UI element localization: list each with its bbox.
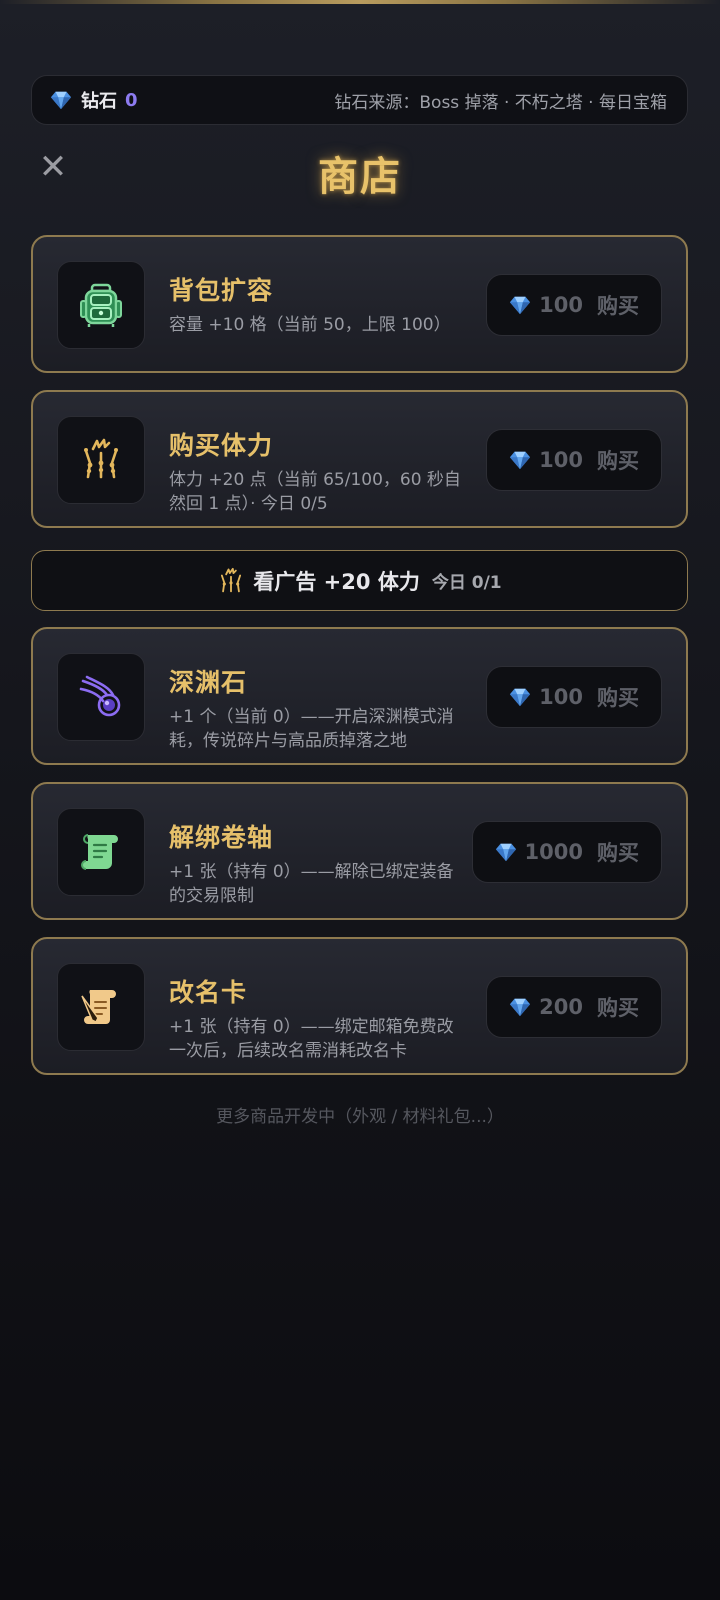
buy-button[interactable]: 1000 购买 — [471, 821, 662, 883]
item-icon-box — [57, 808, 145, 896]
item-description: 体力 +20 点（当前 65/100，60 秒自然回 1 点）· 今日 0/5 — [169, 470, 461, 514]
buy-label: 购买 — [597, 686, 639, 710]
item-icon-box — [57, 416, 145, 504]
diamond-source-text: 钻石来源：Boss 掉落 · 不朽之塔 · 每日宝箱 — [334, 92, 667, 113]
item-price: 1000 — [524, 840, 583, 864]
watch-ad-button[interactable]: 看广告 +20 体力 今日 0/1 — [31, 550, 688, 611]
page-title: 商店 — [318, 154, 402, 200]
diamond-count: 0 — [125, 89, 138, 111]
buy-button[interactable]: 100 购买 — [486, 429, 662, 491]
item-title: 改名卡 — [169, 978, 248, 1007]
item-description: +1 个（当前 0）——开启深渊模式消耗，传说碎片与高品质掉落之地 — [169, 707, 454, 751]
footer-note: 更多商品开发中（外观 / 材料礼包...） — [216, 1107, 504, 1127]
shop-item-buy-stamina: 购买体力 体力 +20 点（当前 65/100，60 秒自然回 1 点）· 今日… — [31, 390, 688, 528]
buy-label: 购买 — [597, 449, 639, 473]
diamond-icon — [50, 91, 72, 110]
item-description: +1 张（持有 0）——解除已绑定装备的交易限制 — [169, 862, 454, 906]
item-icon-box — [57, 261, 145, 349]
item-title: 购买体力 — [169, 431, 274, 460]
abyss-flame-icon — [79, 675, 121, 717]
watch-ad-daily-count: 今日 0/1 — [431, 573, 502, 593]
diamond-icon — [495, 843, 516, 862]
shop-item-rename-card: 改名卡 +1 张（持有 0）——绑定邮箱免费改一次后，后续改名需消耗改名卡 20… — [31, 937, 688, 1075]
shop-item-unbind-scroll: 解绑卷轴 +1 张（持有 0）——解除已绑定装备的交易限制 1000 购买 — [31, 782, 688, 920]
buy-button[interactable]: 100 购买 — [486, 274, 662, 336]
item-title: 深渊石 — [169, 668, 248, 697]
item-price: 100 — [539, 685, 583, 709]
item-description: +1 张（持有 0）——绑定邮箱免费改一次后，后续改名需消耗改名卡 — [169, 1017, 454, 1061]
top-accent-line — [0, 0, 720, 4]
item-title: 背包扩容 — [169, 276, 274, 305]
item-price: 100 — [539, 448, 583, 472]
stamina-icon — [84, 438, 118, 479]
item-icon-box — [57, 963, 145, 1051]
buy-button[interactable]: 100 购买 — [486, 666, 662, 728]
stamina-icon — [221, 567, 242, 592]
diamond-balance-bar: 钻石 0 钻石来源：Boss 掉落 · 不朽之塔 · 每日宝箱 — [31, 75, 688, 125]
buy-button[interactable]: 200 购买 — [486, 976, 662, 1038]
item-title: 解绑卷轴 — [169, 823, 274, 852]
diamond-icon — [510, 688, 531, 707]
buy-label: 购买 — [597, 841, 639, 865]
item-description: 容量 +10 格（当前 50，上限 100） — [169, 315, 451, 335]
diamond-icon — [510, 998, 531, 1017]
buy-label: 购买 — [597, 294, 639, 318]
scroll-icon — [81, 834, 118, 870]
buy-label: 购买 — [597, 996, 639, 1020]
rename-card-icon — [81, 990, 116, 1024]
diamond-icon — [510, 296, 531, 315]
shop-item-backpack-expand: 背包扩容 容量 +10 格（当前 50，上限 100） 100 购买 — [31, 235, 688, 373]
watch-ad-label: 看广告 +20 体力 — [253, 569, 420, 594]
diamond-label: 钻石 — [81, 91, 117, 112]
shop-item-abyss-stone: 深渊石 +1 个（当前 0）——开启深渊模式消耗，传说碎片与高品质掉落之地 10… — [31, 627, 688, 765]
diamond-icon — [510, 451, 531, 470]
backpack-icon — [80, 283, 122, 327]
item-price: 200 — [539, 995, 583, 1019]
item-icon-box — [57, 653, 145, 741]
item-price: 100 — [539, 293, 583, 317]
